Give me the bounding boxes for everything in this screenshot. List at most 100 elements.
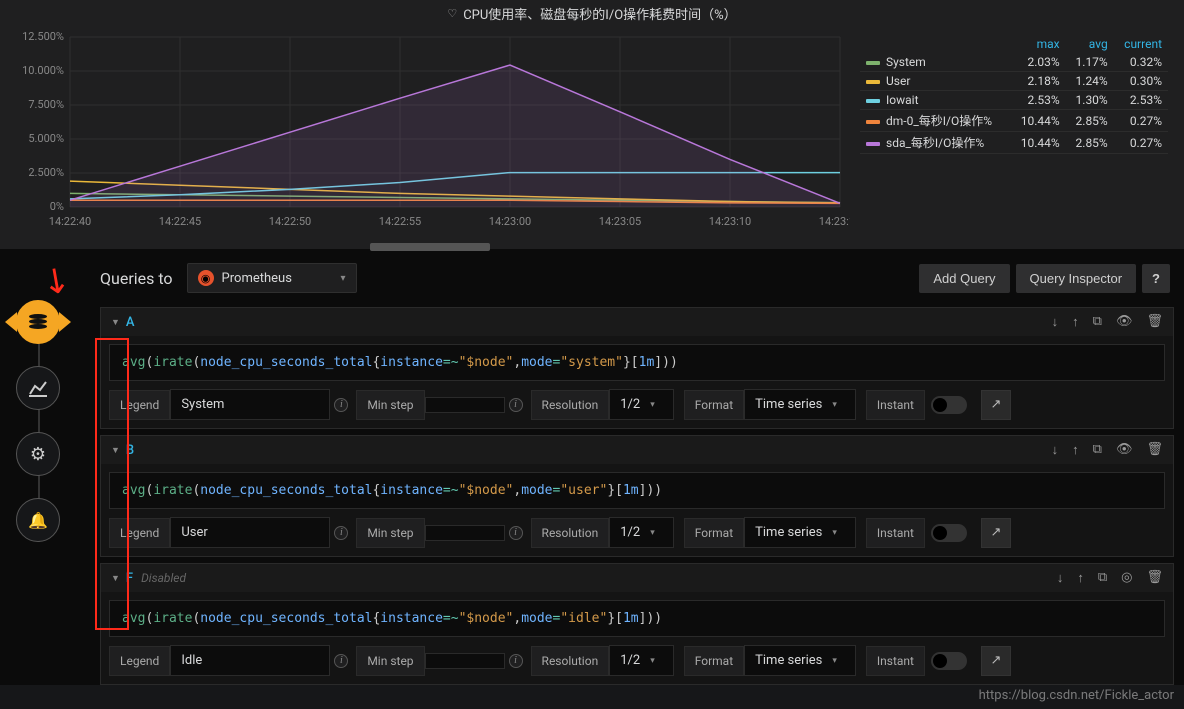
query-expression-input[interactable]: avg(irate(node_cpu_seconds_total{instanc… [109, 472, 1165, 509]
queries-list: ▼ A ↓ ↑ ⧉ 👁 🗑 avg(irate(node_cpu_seconds… [0, 307, 1184, 685]
tab-general[interactable]: ⚙ [16, 432, 60, 476]
legend-row[interactable]: System2.03%1.17%0.32% [860, 53, 1168, 72]
chevron-down-icon: ▼ [111, 317, 120, 328]
info-icon[interactable]: i [334, 526, 348, 540]
chevron-down-icon: ▼ [111, 573, 120, 584]
heart-icon: ♡ [447, 7, 457, 20]
svg-text:14:23:05: 14:23:05 [599, 215, 641, 228]
minstep-input[interactable] [425, 653, 505, 669]
legend-input[interactable]: Idle [170, 645, 330, 676]
svg-text:14:23:10: 14:23:10 [709, 215, 751, 228]
chart-scrollbar[interactable] [370, 243, 490, 251]
datasource-picker[interactable]: ◉ Prometheus ▾ [187, 263, 357, 293]
query-header[interactable]: ▼ B ↓ ↑ ⧉ 👁 🗑 [101, 436, 1173, 464]
chart-area[interactable]: 0%2.500%5.000%7.500%10.000%12.500%14:22:… [10, 27, 850, 239]
resolution-select[interactable]: 1/2▾ [609, 645, 674, 676]
legend-col-avg[interactable]: avg [1066, 35, 1114, 53]
query-header[interactable]: ▼ F Disabled ↓ ↑ ⧉ ◎ 🗑 [101, 564, 1173, 592]
tab-alert[interactable]: 🔔 [16, 498, 60, 542]
prometheus-icon: ◉ [198, 270, 214, 286]
resolution-select[interactable]: 1/2▾ [609, 389, 674, 420]
minstep-input[interactable] [425, 397, 505, 413]
chart-panel: ♡ CPU使用率、磁盘每秒的I/O操作耗费时间（%） 0% 2.500% 5.000… [0, 0, 1184, 249]
query-id: B [126, 443, 134, 458]
format-select[interactable]: Time series▾ [744, 517, 856, 548]
help-button[interactable]: ? [1142, 264, 1170, 293]
chevron-down-icon: ▾ [341, 273, 346, 284]
resolution-select[interactable]: 1/2▾ [609, 517, 674, 548]
external-link-icon[interactable]: ↗ [981, 390, 1011, 420]
move-up-icon[interactable]: ↑ [1077, 570, 1084, 586]
legend-table: maxavgcurrent System2.03%1.17%0.32%User2… [860, 35, 1168, 154]
legend-col-max[interactable]: max [1010, 35, 1065, 53]
legend-row[interactable]: User2.18%1.24%0.30% [860, 72, 1168, 91]
query-header[interactable]: ▼ A ↓ ↑ ⧉ 👁 🗑 [101, 308, 1173, 336]
delete-icon[interactable]: 🗑 [1146, 442, 1163, 458]
info-icon[interactable]: i [509, 526, 523, 540]
move-down-icon[interactable]: ↓ [1052, 314, 1059, 330]
svg-text:2.500%: 2.500% [28, 166, 64, 179]
svg-text:14:22:40: 14:22:40 [49, 215, 91, 228]
duplicate-icon[interactable]: ⧉ [1098, 570, 1107, 586]
instant-toggle[interactable] [931, 652, 967, 670]
info-icon[interactable]: i [509, 398, 523, 412]
legend-label: Legend [109, 646, 170, 676]
legend-input[interactable]: System [170, 389, 330, 420]
move-up-icon[interactable]: ↑ [1072, 442, 1079, 458]
external-link-icon[interactable]: ↗ [981, 646, 1011, 676]
legend-row[interactable]: dm-0_每秒I/O操作%10.44%2.85%0.27% [860, 110, 1168, 132]
legend-row[interactable]: Iowait2.53%1.30%2.53% [860, 91, 1168, 110]
watermark: https://blog.csdn.net/Fickle_actor [979, 688, 1174, 703]
query-row-B: ▼ B ↓ ↑ ⧉ 👁 🗑 avg(irate(node_cpu_seconds… [100, 435, 1174, 557]
delete-icon[interactable]: 🗑 [1146, 570, 1163, 586]
duplicate-icon[interactable]: ⧉ [1093, 442, 1102, 458]
datasource-name: Prometheus [222, 271, 292, 286]
query-options: Legend Idle i Min step i Resolution 1/2▾… [109, 645, 1165, 676]
query-row-F: ▼ F Disabled ↓ ↑ ⧉ ◎ 🗑 avg(irate(node_cp… [100, 563, 1174, 685]
format-label: Format [684, 646, 744, 676]
legend-label: Legend [109, 518, 170, 548]
svg-text:14:22:45: 14:22:45 [159, 215, 201, 228]
panel-title: ♡ CPU使用率、磁盘每秒的I/O操作耗费时间（%） [10, 0, 1174, 27]
external-link-icon[interactable]: ↗ [981, 518, 1011, 548]
legend-label: Legend [109, 390, 170, 420]
svg-text:5.000%: 5.000% [28, 132, 64, 145]
svg-text:0%: 0% [50, 200, 64, 213]
format-label: Format [684, 518, 744, 548]
minstep-input[interactable] [425, 525, 505, 541]
instant-toggle[interactable] [931, 524, 967, 542]
move-down-icon[interactable]: ↓ [1057, 570, 1064, 586]
query-expression-input[interactable]: avg(irate(node_cpu_seconds_total{instanc… [109, 344, 1165, 381]
query-id: A [126, 315, 135, 330]
tab-queries[interactable] [16, 300, 60, 344]
svg-text:12.500%: 12.500% [22, 30, 64, 43]
instant-label: Instant [866, 646, 925, 676]
toggle-visibility-icon[interactable]: 👁 [1116, 442, 1133, 458]
duplicate-icon[interactable]: ⧉ [1093, 314, 1102, 330]
legend-input[interactable]: User [170, 517, 330, 548]
move-up-icon[interactable]: ↑ [1072, 314, 1079, 330]
svg-text:14:23:00: 14:23:00 [489, 215, 531, 228]
minstep-label: Min step [356, 646, 424, 676]
tab-visualization[interactable] [16, 366, 60, 410]
query-inspector-button[interactable]: Query Inspector [1016, 264, 1137, 293]
add-query-button[interactable]: Add Query [919, 264, 1009, 293]
move-down-icon[interactable]: ↓ [1052, 442, 1059, 458]
info-icon[interactable]: i [334, 398, 348, 412]
query-expression-input[interactable]: avg(irate(node_cpu_seconds_total{instanc… [109, 600, 1165, 637]
panel-title-text: CPU使用率、磁盘每秒的I/O操作耗费时间（%） [463, 4, 736, 23]
format-select[interactable]: Time series▾ [744, 645, 856, 676]
bell-icon: 🔔 [28, 511, 48, 530]
toggle-visibility-icon[interactable]: 👁 [1116, 314, 1133, 330]
instant-toggle[interactable] [931, 396, 967, 414]
resolution-label: Resolution [531, 390, 610, 420]
info-icon[interactable]: i [509, 654, 523, 668]
minstep-label: Min step [356, 390, 424, 420]
svg-text:14:23:15: 14:23:15 [819, 215, 850, 228]
info-icon[interactable]: i [334, 654, 348, 668]
toggle-visibility-icon[interactable]: ◎ [1121, 570, 1132, 586]
legend-col-current[interactable]: current [1114, 35, 1168, 53]
legend-row[interactable]: sda_每秒I/O操作%10.44%2.85%0.27% [860, 132, 1168, 154]
delete-icon[interactable]: 🗑 [1146, 314, 1163, 330]
format-select[interactable]: Time series▾ [744, 389, 856, 420]
